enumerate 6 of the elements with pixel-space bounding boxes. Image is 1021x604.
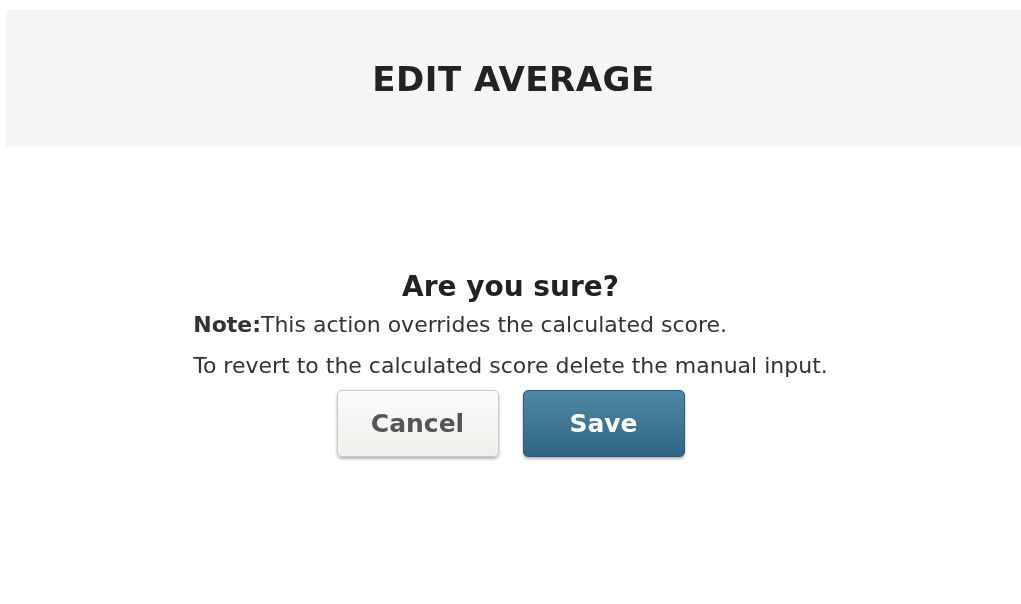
confirm-heading: Are you sure? (402, 270, 619, 303)
note-text: Note:This action overrides the calculated score. (193, 311, 729, 339)
cancel-button[interactable]: Cancel (336, 390, 499, 457)
dialog-title: EDIT AVERAGE (372, 58, 655, 99)
save-button[interactable]: Save (522, 390, 685, 457)
note-text: To revert to the calculated score delete the manual input. (193, 352, 828, 380)
